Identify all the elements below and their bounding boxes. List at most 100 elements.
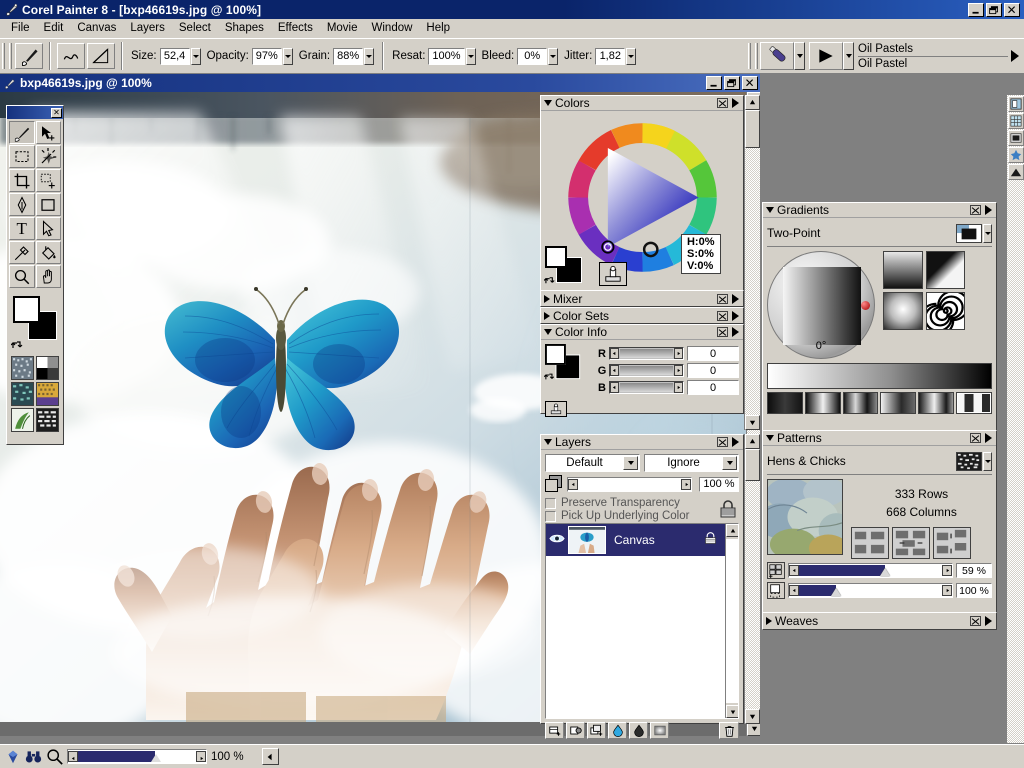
new-liquid-ink-layer-button[interactable] — [629, 722, 648, 739]
resat-value[interactable]: 100% — [428, 47, 465, 65]
grabber-tool[interactable] — [35, 265, 61, 288]
menu-item-movie[interactable]: Movie — [320, 20, 365, 36]
gradients-expand-triangle[interactable] — [766, 207, 774, 213]
colors-column-scrollbar[interactable] — [744, 95, 760, 430]
composite-depth-dropdown[interactable]: Ignore — [644, 454, 739, 472]
magnifier-icon[interactable] — [46, 748, 63, 765]
pattern-offset-left-arrow[interactable] — [789, 585, 799, 596]
paper-selector[interactable] — [11, 356, 34, 380]
menu-item-select[interactable]: Select — [172, 20, 218, 36]
layers-column-scroll-down[interactable] — [745, 709, 760, 724]
tracing-paper-icon[interactable] — [1008, 130, 1024, 146]
layers-menu-arrow[interactable] — [732, 437, 739, 447]
green-value[interactable]: 0 — [687, 363, 739, 378]
close-button[interactable] — [1004, 2, 1020, 17]
layer-opacity-slider[interactable] — [567, 476, 692, 492]
menu-item-edit[interactable]: Edit — [37, 20, 71, 36]
gradient-selector[interactable] — [36, 356, 59, 380]
layers-column-scroll-thumb[interactable] — [745, 449, 760, 481]
gradient-swatch-4[interactable] — [880, 392, 917, 414]
pattern-scale-slider[interactable] — [788, 563, 953, 578]
menu-item-shapes[interactable]: Shapes — [218, 20, 271, 36]
bi-linear-gradient-type[interactable] — [925, 251, 965, 289]
oil-pastel-brush-icon[interactable] — [760, 42, 794, 70]
brush-selector-grip[interactable] — [748, 43, 751, 69]
color-sets-menu-arrow[interactable] — [732, 310, 739, 321]
blue-slider-right-arrow[interactable] — [674, 382, 683, 393]
color-info-swap-icon[interactable] — [543, 372, 556, 385]
brush-selector-grip-2[interactable] — [755, 43, 758, 69]
impasto-icon[interactable] — [1008, 147, 1024, 163]
color-info-expand-triangle[interactable] — [544, 329, 552, 335]
zoom-slider-right-arrow[interactable] — [196, 751, 206, 762]
grain-value[interactable]: 88% — [333, 47, 364, 65]
green-slider-right-arrow[interactable] — [674, 365, 683, 376]
menu-item-file[interactable]: File — [4, 20, 37, 36]
look-selector[interactable] — [36, 408, 59, 432]
blue-value[interactable]: 0 — [687, 380, 739, 395]
current-brush-tool-button[interactable] — [15, 43, 43, 69]
green-slider-track[interactable] — [620, 366, 673, 375]
color-info-clone-color-icon[interactable] — [545, 401, 567, 417]
zoom-slider-left-arrow[interactable] — [68, 751, 78, 762]
paint-bucket-tool[interactable] — [35, 241, 61, 264]
vertical-offset-tile-button[interactable] — [933, 527, 971, 559]
layer-opacity-value[interactable]: 100 % — [699, 476, 739, 492]
color-info-front-swatch[interactable] — [545, 344, 566, 365]
layer-item-canvas[interactable]: Canvas — [546, 524, 738, 556]
weave-selector[interactable] — [36, 382, 59, 406]
lock-icon[interactable] — [717, 498, 739, 520]
pattern-thumbnail[interactable] — [767, 479, 843, 555]
gradient-swatch-1[interactable] — [767, 392, 803, 414]
swap-colors-icon-small[interactable] — [543, 275, 557, 289]
radial-gradient-type[interactable] — [883, 292, 923, 330]
layers-column-scroll-up[interactable] — [745, 434, 760, 449]
pen-tool[interactable] — [9, 193, 35, 216]
document-restore-button[interactable] — [724, 76, 740, 90]
layer-list[interactable]: Canvas — [545, 523, 739, 719]
blue-slider[interactable] — [609, 381, 684, 394]
blue-slider-left-arrow[interactable] — [610, 382, 619, 393]
dropper-tool[interactable] — [9, 241, 35, 264]
brush-size-spinner[interactable] — [190, 47, 201, 65]
gradient-swatch-2[interactable] — [804, 392, 841, 414]
gradient-dropdown-arrow[interactable] — [983, 223, 992, 243]
green-slider-left-arrow[interactable] — [610, 365, 619, 376]
layer-list-scroll-down[interactable] — [726, 705, 738, 718]
pattern-preview-icon[interactable] — [956, 451, 982, 471]
layer-list-scroll-track[interactable] — [726, 539, 738, 703]
red-value[interactable]: 0 — [687, 346, 739, 361]
layer-adjuster-tool[interactable] — [35, 121, 61, 144]
minimize-button[interactable] — [968, 2, 984, 17]
rectangular-shape-tool[interactable] — [35, 193, 61, 216]
gradient-swatch-5[interactable] — [918, 392, 955, 414]
colors-expand-triangle[interactable] — [544, 100, 552, 106]
horizontal-offset-tile-button[interactable] — [892, 527, 930, 559]
layer-opacity-right-arrow[interactable] — [681, 478, 691, 490]
colors-column-scroll-down[interactable] — [745, 415, 760, 430]
menu-item-canvas[interactable]: Canvas — [70, 20, 123, 36]
gradient-swatch-3[interactable] — [842, 392, 879, 414]
brush-selector-expand-arrow[interactable] — [1008, 41, 1022, 71]
preserve-transparency-checkbox[interactable]: Preserve Transparency — [545, 497, 717, 509]
red-slider-track[interactable] — [620, 349, 673, 358]
color-info-palette-header[interactable]: Color Info — [541, 325, 743, 340]
front-color-swatch[interactable] — [13, 296, 40, 323]
color-sets-palette-header[interactable]: Color Sets — [541, 308, 743, 323]
linear-gradient-type[interactable] — [883, 251, 923, 289]
layers-column-scrollbar[interactable] — [744, 434, 760, 724]
toolbar-grip-2[interactable] — [9, 43, 12, 69]
pattern-scale-right-arrow[interactable] — [942, 565, 952, 576]
gradient-angle-dial[interactable]: 0° — [767, 251, 875, 359]
gradients-menu-arrow[interactable] — [985, 205, 992, 215]
pick-up-underlying-box[interactable] — [545, 510, 556, 522]
color-info-close-button[interactable] — [717, 327, 728, 337]
opacity-spinner[interactable] — [282, 47, 293, 65]
blue-slider-track[interactable] — [620, 383, 673, 392]
pattern-offset-value[interactable]: 100 % — [956, 583, 992, 598]
layers-expand-triangle[interactable] — [544, 439, 552, 445]
crop-tool[interactable] — [9, 169, 35, 192]
pattern-selector[interactable] — [11, 382, 34, 406]
layer-list-scrollbar[interactable] — [725, 524, 738, 718]
selection-adjuster-tool[interactable] — [35, 169, 61, 192]
